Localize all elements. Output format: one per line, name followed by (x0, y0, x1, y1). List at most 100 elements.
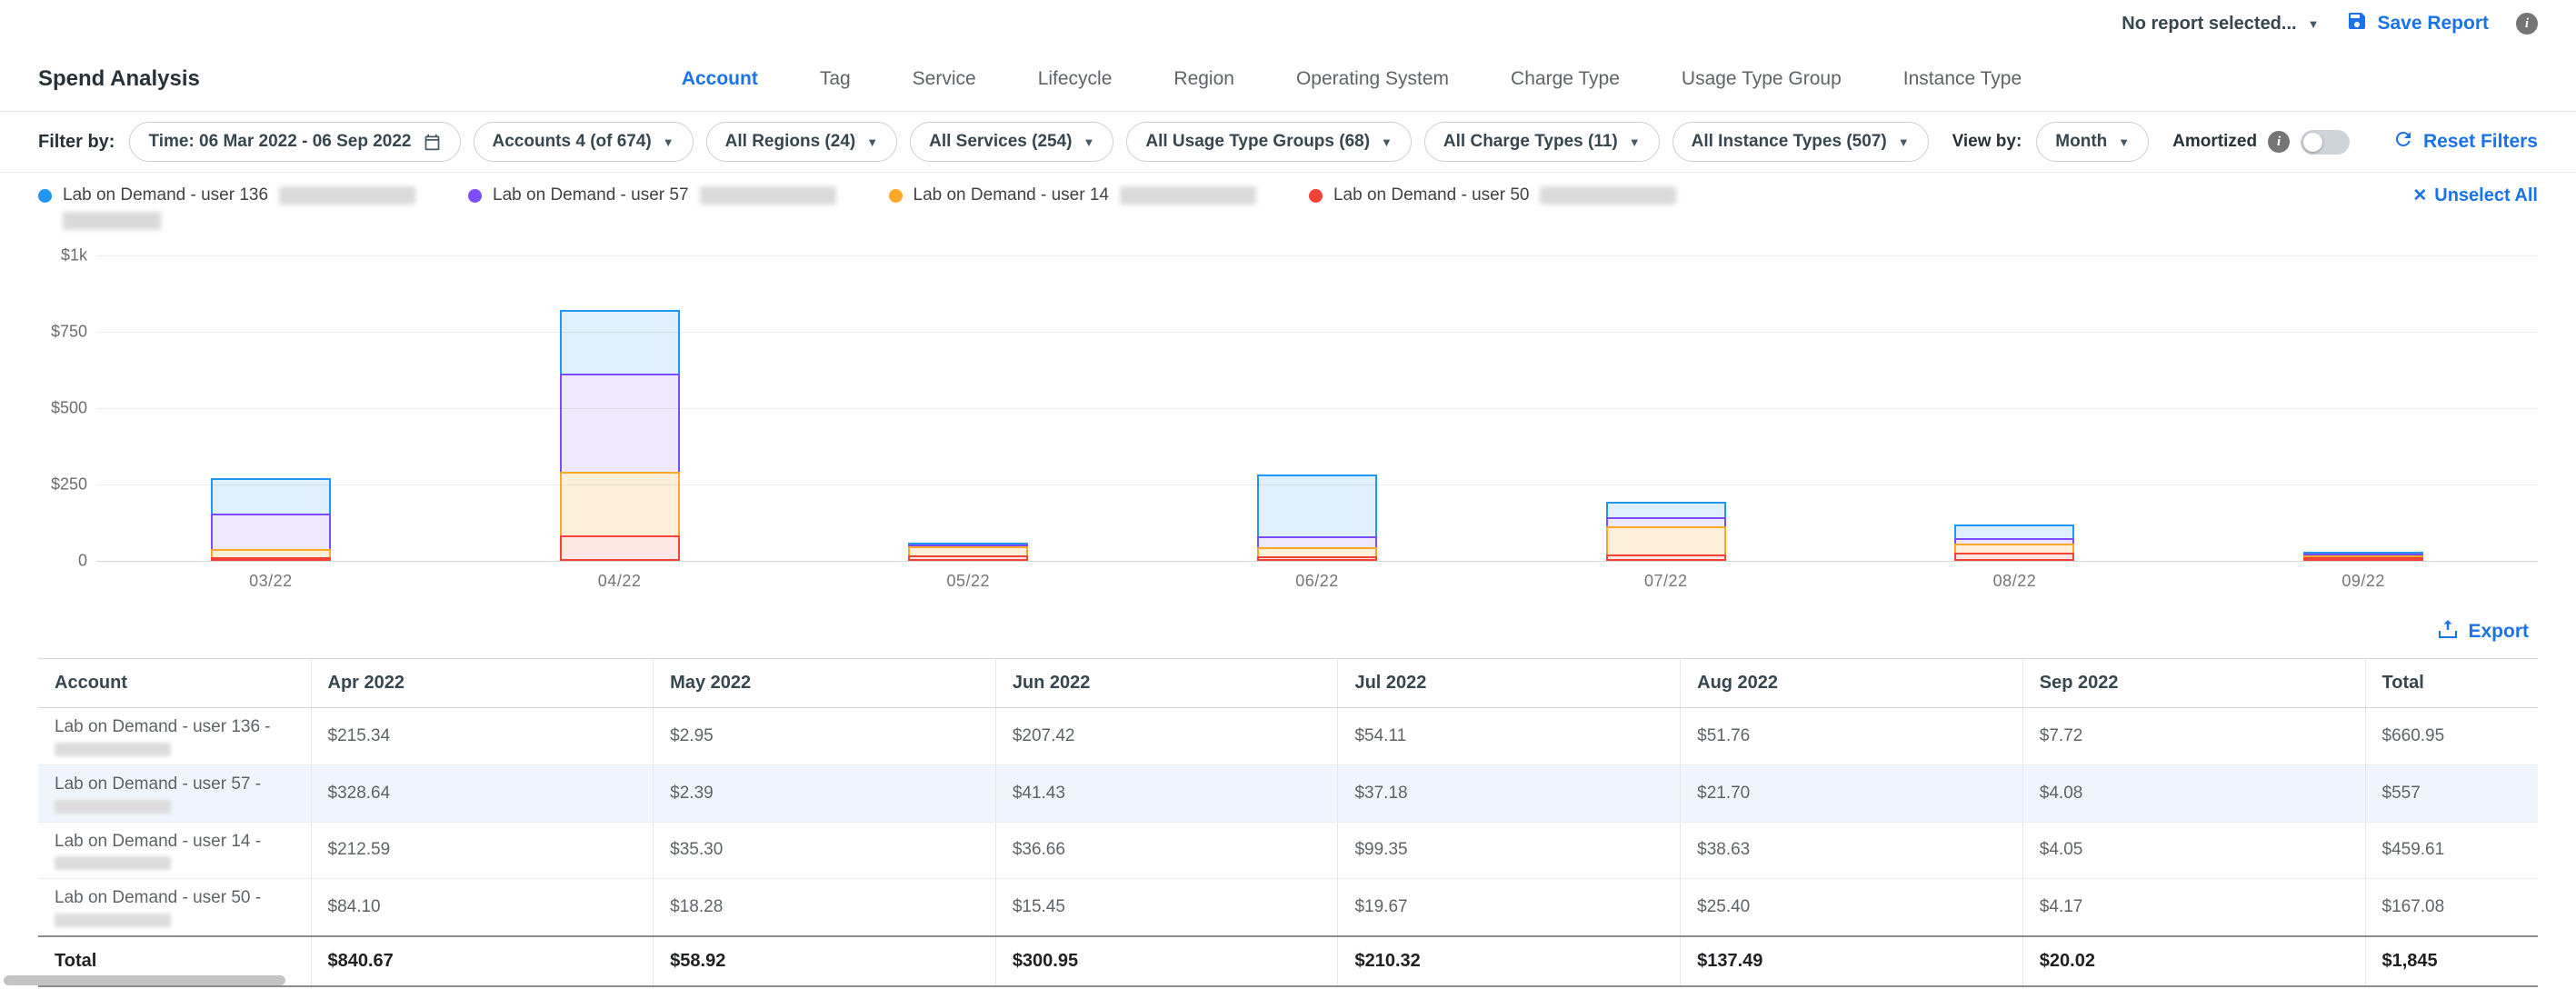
legend-text: Lab on Demand - user 50 (1333, 185, 1676, 205)
bar-segment-lab-on-demand-user-50[interactable] (2303, 557, 2423, 561)
refresh-icon (2392, 128, 2414, 155)
stacked-bar-08-22[interactable] (1954, 524, 2074, 561)
export-icon (2437, 618, 2459, 645)
legend-dot-icon (38, 189, 52, 203)
chart-slot-06-22 (1143, 255, 1492, 561)
value-cell: $41.43 (995, 764, 1338, 822)
tab-account[interactable]: Account (682, 68, 758, 90)
legend-item-lab-on-demand-user-57[interactable]: Lab on Demand - user 57 (468, 185, 835, 205)
value-cell: $215.34 (311, 708, 654, 765)
legend-item-lab-on-demand-user-50[interactable]: Lab on Demand - user 50 (1309, 185, 1676, 205)
bar-segment-lab-on-demand-user-50[interactable] (211, 557, 331, 561)
tab-operating-system[interactable]: Operating System (1296, 68, 1449, 90)
redacted-text (55, 914, 171, 927)
stacked-bar-09-22[interactable] (2303, 552, 2423, 561)
filter-pill-all-regions-24[interactable]: All Regions (24)▼ (706, 122, 897, 162)
total-value-cell: $1,845 (2365, 936, 2538, 986)
tab-region[interactable]: Region (1173, 68, 1234, 90)
y-axis-tick-label: $250 (38, 475, 87, 494)
account-label: Lab on Demand - user 50 - (55, 887, 295, 909)
reset-filters-button[interactable]: Reset Filters (2392, 128, 2538, 155)
tab-instance-type[interactable]: Instance Type (1903, 68, 2022, 90)
amortized-toggle[interactable] (2301, 130, 2350, 155)
total-value-cell: $137.49 (1681, 936, 2023, 986)
y-axis-tick-label: $750 (38, 323, 87, 342)
column-header-apr-2022: Apr 2022 (311, 659, 654, 708)
chart-legend: Lab on Demand - user 136 Lab on Demand - … (0, 173, 2576, 235)
bar-segment-lab-on-demand-user-136[interactable] (1257, 475, 1377, 538)
stacked-bar-04-22[interactable] (560, 310, 680, 561)
tab-usage-type-group[interactable]: Usage Type Group (1682, 68, 1842, 90)
stacked-bar-06-22[interactable] (1257, 475, 1377, 561)
total-value-cell: $210.32 (1338, 936, 1681, 986)
column-header-may-2022: May 2022 (654, 659, 996, 708)
pill-label: Time: 06 Mar 2022 - 06 Sep 2022 (148, 132, 411, 152)
stacked-bar-07-22[interactable] (1606, 502, 1726, 561)
bar-segment-lab-on-demand-user-50[interactable] (1954, 553, 2074, 561)
filter-pills: Time: 06 Mar 2022 - 06 Sep 2022 Accounts … (129, 122, 1928, 162)
filter-pill-all-services-254[interactable]: All Services (254)▼ (910, 122, 1113, 162)
bar-segment-lab-on-demand-user-50[interactable] (560, 535, 680, 561)
redacted-text (55, 800, 171, 814)
column-header-jun-2022: Jun 2022 (995, 659, 1338, 708)
stacked-bar-05-22[interactable] (908, 543, 1028, 561)
table-row[interactable]: Lab on Demand - user 136 -$215.34$2.95$2… (38, 708, 2538, 765)
account-label: Lab on Demand - user 57 - (55, 774, 295, 795)
column-header-sep-2022: Sep 2022 (2022, 659, 2365, 708)
pill-label: All Charge Types (11) (1443, 132, 1618, 152)
tab-charge-type[interactable]: Charge Type (1511, 68, 1620, 90)
account-cell: Lab on Demand - user 50 - (38, 879, 311, 936)
column-header-account: Account (38, 659, 311, 708)
bar-segment-lab-on-demand-user-50[interactable] (1606, 554, 1726, 561)
x-axis-tick-label: 08/22 (1841, 572, 2190, 591)
export-button[interactable]: Export (2437, 618, 2529, 645)
tab-lifecycle[interactable]: Lifecycle (1038, 68, 1113, 90)
legend-item-lab-on-demand-user-14[interactable]: Lab on Demand - user 14 (889, 185, 1256, 205)
filter-pill-all-instance-types-507[interactable]: All Instance Types (507)▼ (1672, 122, 1929, 162)
bar-segment-lab-on-demand-user-57[interactable] (560, 374, 680, 474)
value-cell: $19.67 (1338, 879, 1681, 936)
legend-label: Lab on Demand - user 14 (914, 185, 1109, 205)
value-cell: $4.08 (2022, 764, 2365, 822)
bar-segment-lab-on-demand-user-50[interactable] (908, 555, 1028, 561)
stacked-bar-03-22[interactable] (211, 478, 331, 561)
horizontal-scrollbar[interactable] (4, 975, 285, 985)
filter-pill-all-usage-type-groups-68[interactable]: All Usage Type Groups (68)▼ (1126, 122, 1412, 162)
filter-pill-time-06-mar-2022-06-sep-2022[interactable]: Time: 06 Mar 2022 - 06 Sep 2022 (129, 122, 460, 162)
table-row[interactable]: Lab on Demand - user 14 -$212.59$35.30$3… (38, 822, 2538, 879)
amortized-info-icon[interactable]: i (2268, 131, 2290, 153)
save-icon (2346, 10, 2368, 37)
table-row[interactable]: Lab on Demand - user 50 -$84.10$18.28$15… (38, 879, 2538, 936)
bar-segment-lab-on-demand-user-136[interactable] (560, 310, 680, 375)
gridline (96, 561, 2538, 562)
legend-label: Lab on Demand - user 50 (1333, 185, 1529, 205)
bar-segment-lab-on-demand-user-14[interactable] (1606, 526, 1726, 556)
view-by-dropdown[interactable]: Month ▼ (2036, 122, 2149, 162)
chevron-down-icon: ▼ (2308, 18, 2320, 30)
unselect-all-button[interactable]: ✕ Unselect All (2412, 185, 2538, 206)
legend-item-lab-on-demand-user-136[interactable]: Lab on Demand - user 136 (38, 185, 415, 230)
tab-tag[interactable]: Tag (820, 68, 851, 90)
tab-service[interactable]: Service (913, 68, 976, 90)
info-icon[interactable]: i (2516, 13, 2538, 35)
y-axis-tick-label: $500 (38, 399, 87, 418)
bar-segment-lab-on-demand-user-57[interactable] (211, 514, 331, 551)
save-report-label: Save Report (2377, 13, 2489, 35)
chart-slot-04-22 (445, 255, 794, 561)
value-cell: $38.63 (1681, 822, 2023, 879)
total-value-cell: $840.67 (311, 936, 654, 986)
account-label: Lab on Demand - user 14 - (55, 831, 295, 853)
save-report-button[interactable]: Save Report (2346, 10, 2489, 37)
title-row: Spend Analysis AccountTagServiceLifecycl… (0, 47, 2576, 112)
filter-pill-accounts-4-of-674[interactable]: Accounts 4 (of 674)▼ (474, 122, 694, 162)
toggle-knob (2303, 133, 2322, 152)
amortized-control: Amortized i (2172, 130, 2350, 155)
report-selector-dropdown[interactable]: No report selected... ▼ (2122, 14, 2319, 35)
filter-pill-all-charge-types-11[interactable]: All Charge Types (11)▼ (1424, 122, 1660, 162)
bar-segment-lab-on-demand-user-136[interactable] (211, 478, 331, 515)
bar-segment-lab-on-demand-user-14[interactable] (560, 472, 680, 536)
value-cell: $207.42 (995, 708, 1338, 765)
bar-segment-lab-on-demand-user-50[interactable] (1257, 556, 1377, 561)
table-row[interactable]: Lab on Demand - user 57 -$328.64$2.39$41… (38, 764, 2538, 822)
value-cell: $37.18 (1338, 764, 1681, 822)
